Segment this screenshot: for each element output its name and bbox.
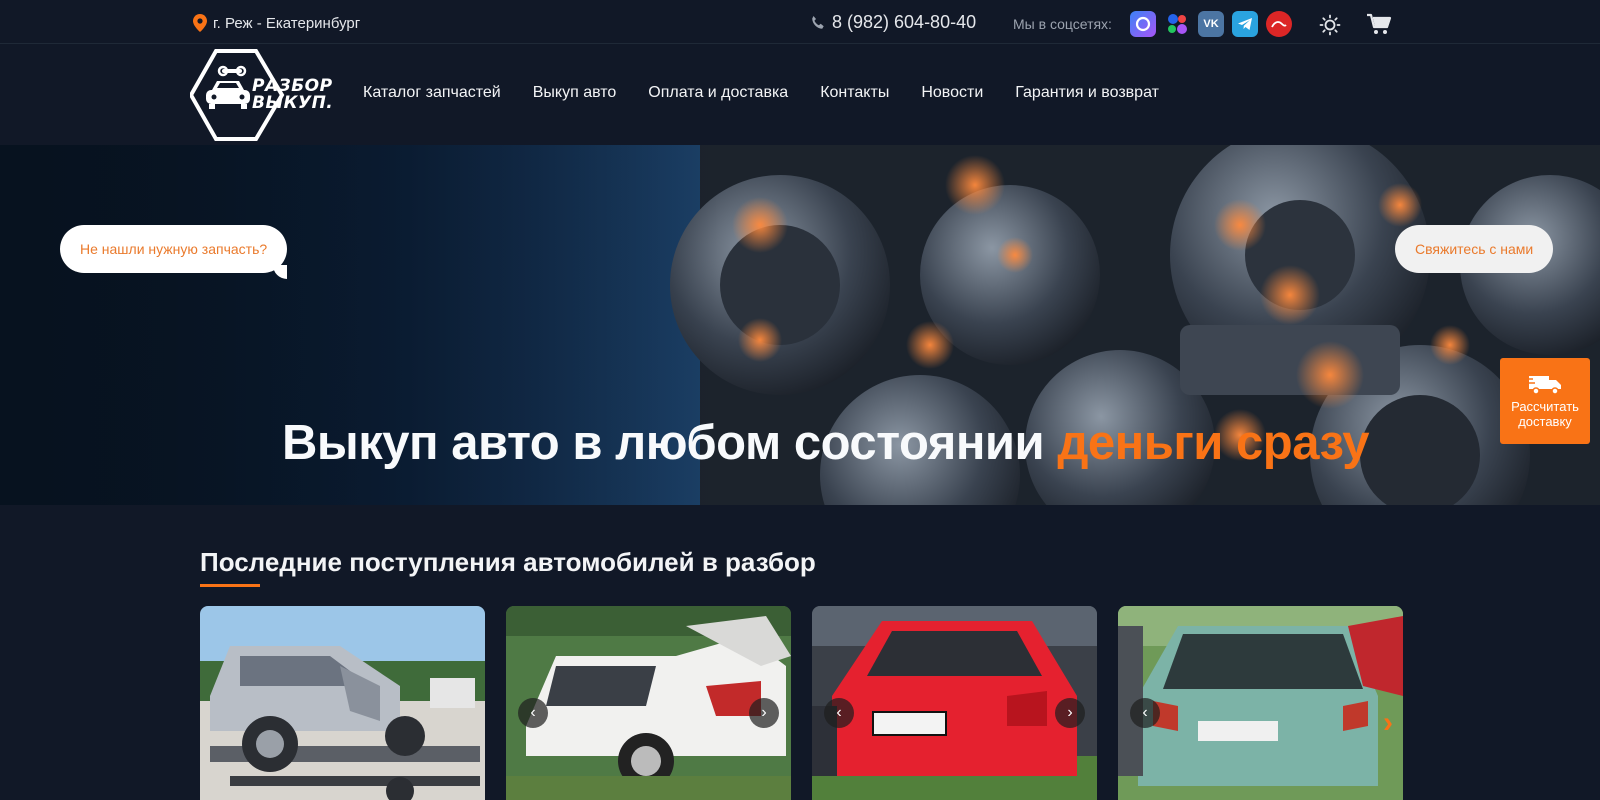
nav-item-buyout[interactable]: Выкуп авто [533, 84, 617, 102]
cart-icon[interactable] [1366, 13, 1392, 35]
social-links: VK [1130, 11, 1292, 37]
car-card[interactable]: ‹ › [506, 606, 791, 800]
telegram-icon[interactable] [1232, 11, 1258, 37]
car-photo-red-sedan [812, 606, 1097, 800]
nav-item-payment-delivery[interactable]: Оплата и доставка [648, 84, 788, 102]
car-card[interactable] [200, 606, 485, 800]
location-label: г. Реж - Екатеринбург [213, 14, 361, 32]
main-header: РАЗБОР ВЫКУП. Каталог запчастей Выкуп ав… [0, 45, 1600, 145]
main-nav: Каталог запчастей Выкуп авто Оплата и до… [363, 84, 1159, 102]
logo[interactable]: РАЗБОР ВЫКУП. [188, 45, 345, 145]
phone-number: 8 (982) 604-80-40 [832, 12, 977, 32]
card-next-button[interactable]: › [1055, 698, 1085, 728]
theme-toggle-sun-icon[interactable] [1319, 14, 1341, 36]
missing-part-bubble[interactable]: Не нашли нужную запчасть? [60, 225, 288, 279]
car-photo-silver-suv [200, 606, 485, 800]
latest-cars-title: Последние поступления автомобилей в разб… [200, 547, 816, 577]
calculate-delivery-button[interactable]: Рассчитать доставку [1500, 358, 1590, 444]
hero-title-main: Выкуп авто в любом состоянии [282, 416, 1045, 470]
nav-item-catalog[interactable]: Каталог запчастей [363, 84, 501, 102]
truck-icon [1527, 376, 1561, 395]
card-prev-button[interactable]: ‹ [824, 698, 854, 728]
car-card[interactable]: ‹ › [812, 606, 1097, 800]
logo-line-2: ВЫКУП. [252, 93, 334, 113]
nav-item-news[interactable]: Новости [921, 84, 983, 102]
top-bar: г. Реж - Екатеринбург 8 (982) 604-80-40 … [0, 0, 1600, 44]
card-prev-button[interactable]: ‹ [1130, 698, 1160, 728]
contact-us-bubble[interactable]: Свяжитесь с нами [1395, 225, 1554, 273]
title-underline [200, 584, 260, 587]
map-pin-icon [193, 14, 207, 32]
social-label: Мы в соцсетях: [1013, 16, 1112, 32]
nav-item-warranty[interactable]: Гарантия и возврат [1015, 84, 1159, 102]
car-card[interactable]: ‹ › [1118, 606, 1403, 800]
calc-line-1: Рассчитать [1511, 399, 1579, 414]
nav-item-contacts[interactable]: Контакты [820, 84, 889, 102]
avito-icon[interactable] [1266, 11, 1292, 37]
hero-title-accent: деньги сразу [1057, 416, 1369, 470]
phone-link[interactable]: 8 (982) 604-80-40 [810, 12, 976, 33]
hero-title: Выкуп авто в любом состоянии деньги сраз… [282, 415, 1369, 471]
dots-icon[interactable] [1164, 11, 1190, 37]
chevron-right-icon[interactable]: › [1383, 706, 1393, 740]
car-cards: ‹ › ‹ › ‹ › [200, 606, 1403, 800]
vk-icon[interactable]: VK [1198, 11, 1224, 37]
calc-line-2: доставку [1518, 414, 1572, 429]
card-prev-button[interactable]: ‹ [518, 698, 548, 728]
max-icon[interactable] [1130, 11, 1156, 37]
car-photo-white-sedan [506, 606, 791, 800]
logo-text: РАЗБОР ВЫКУП. [252, 78, 333, 112]
car-photo-teal-hatchback [1118, 606, 1403, 800]
calculate-delivery-label: Рассчитать доставку [1511, 399, 1579, 429]
card-next-button[interactable]: › [749, 698, 779, 728]
location[interactable]: г. Реж - Екатеринбург [193, 14, 360, 32]
hero-banner: Не нашли нужную запчасть? Свяжитесь с на… [0, 145, 1600, 505]
phone-icon [812, 15, 824, 29]
